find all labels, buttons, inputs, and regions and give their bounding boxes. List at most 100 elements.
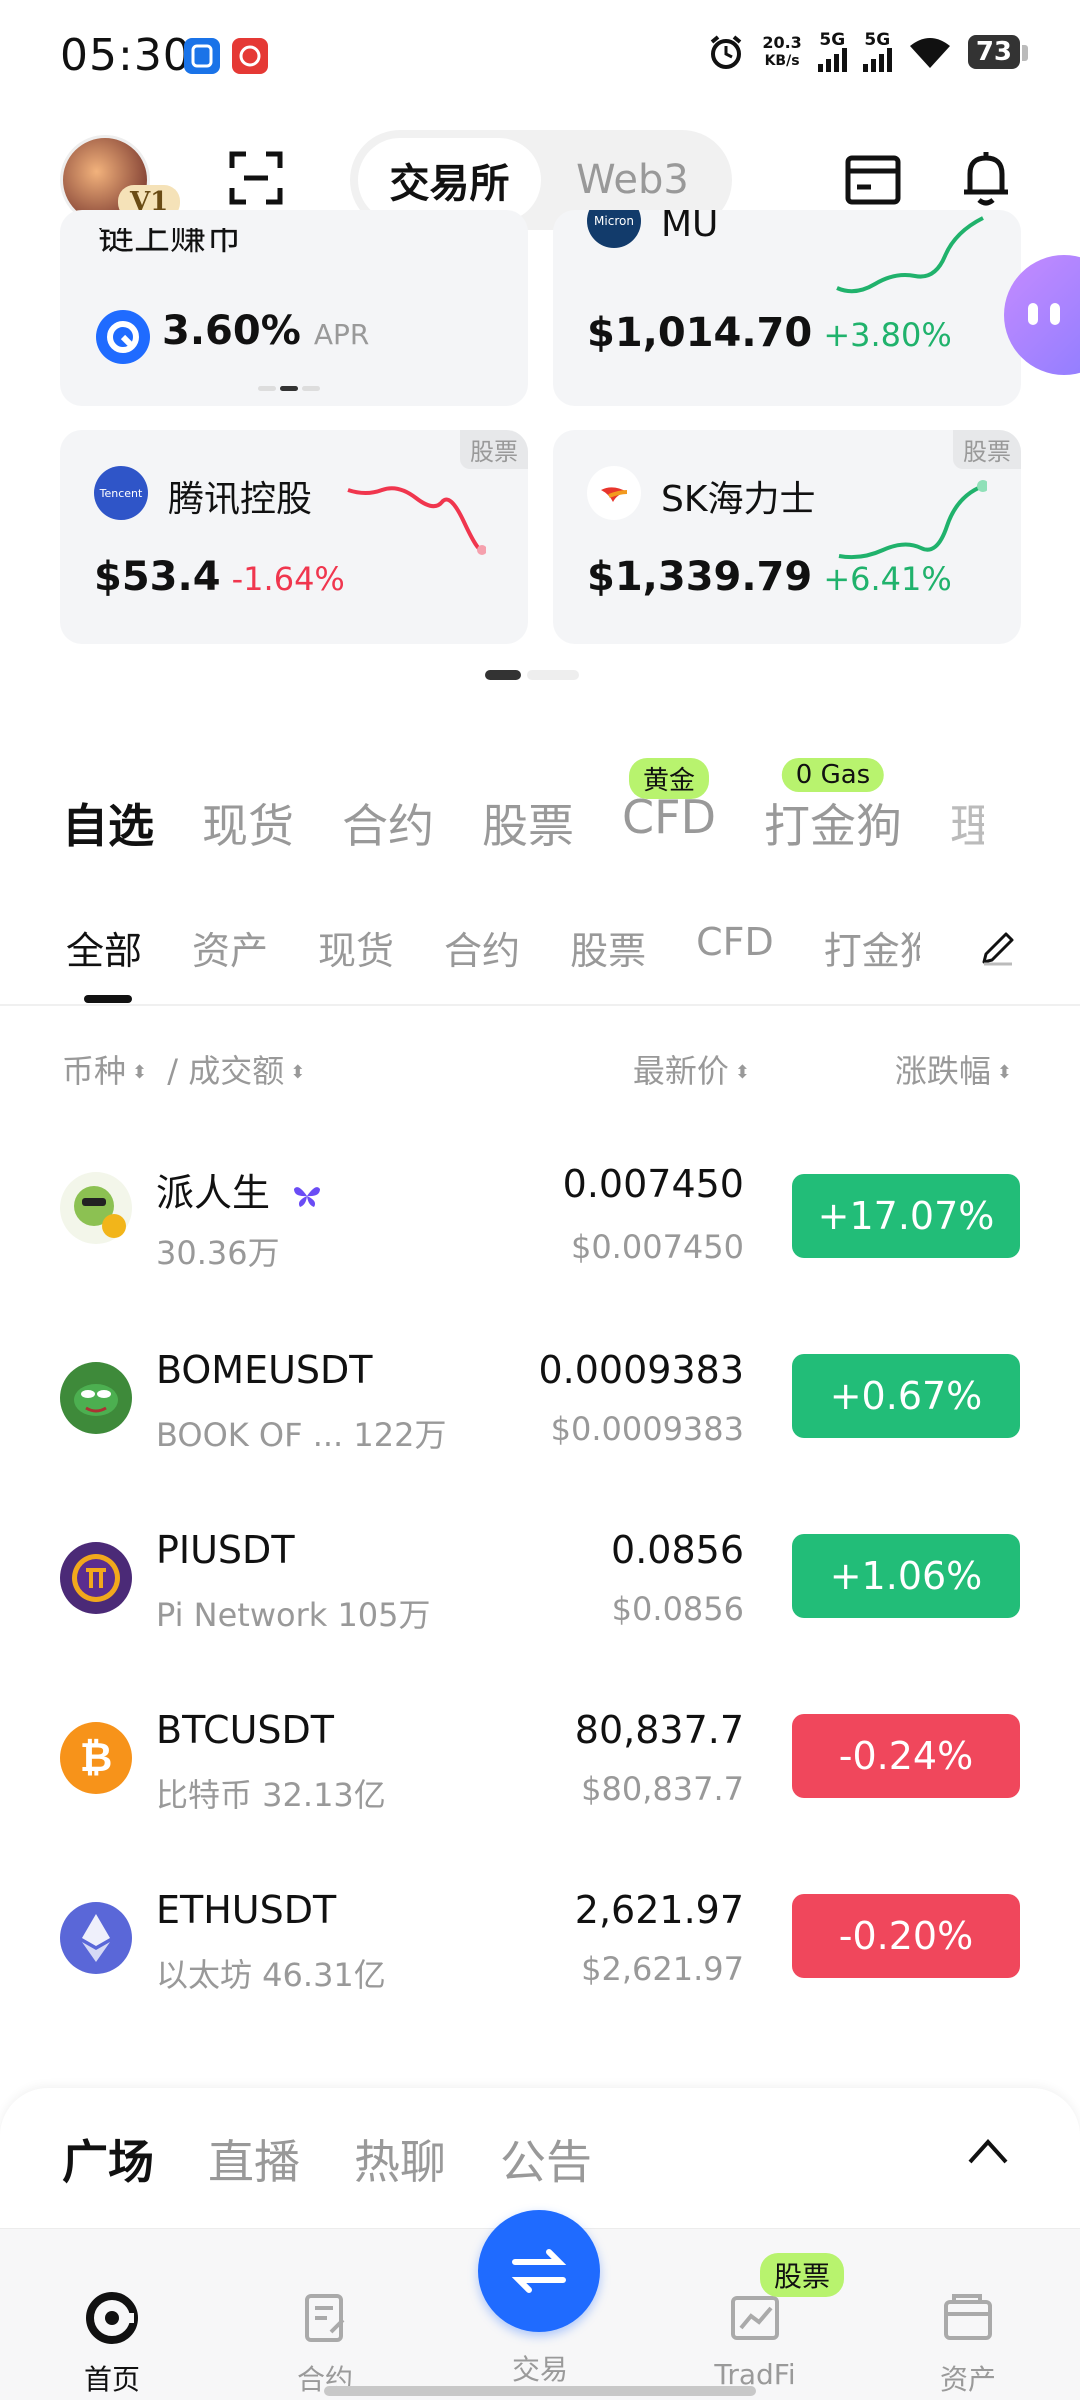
table-row[interactable]: 派人生 30.36万 0.007450 $0.007450 +17.07% (0, 1130, 1080, 1310)
subtab-all[interactable]: 全部 (66, 920, 142, 975)
coin-name: BTCUSDT (156, 1708, 334, 1752)
wallet-icon (944, 2294, 992, 2340)
bome-coin-icon (60, 1362, 132, 1434)
column-coin-header[interactable]: 币种 ⬍ / 成交额 ⬍ (62, 1046, 305, 1092)
tab-futures[interactable]: 合约 (342, 790, 434, 856)
tencent-logo-icon: Tencent (94, 466, 148, 520)
coin-volume: Pi Network 105万 (156, 1596, 431, 1634)
bitcoin-coin-icon: ₿ (60, 1722, 132, 1794)
earn-apr-unit: APR (313, 318, 370, 351)
battery-indicator: 73 (967, 35, 1029, 69)
change-badge[interactable]: +17.07% (792, 1174, 1020, 1258)
stock-tag: 股票 (953, 430, 1021, 469)
net-speed: 20.3 KB/s (762, 33, 802, 70)
active-subtab-indicator (84, 995, 132, 1003)
tab-hot-chat[interactable]: 热聊 (354, 2126, 446, 2192)
table-row[interactable]: ₿ BTCUSDT 比特币 32.13亿 80,837.7 $80,837.7 … (0, 1670, 1080, 1850)
tab-finance[interactable]: 理 (950, 790, 984, 856)
tab-live[interactable]: 直播 (208, 2126, 300, 2192)
tab-meme[interactable]: 打金狗 0 Gas (764, 758, 902, 856)
coin-price: 0.007450 (562, 1162, 744, 1206)
edit-icon[interactable] (978, 928, 1018, 968)
signal-1: 5G (817, 32, 847, 72)
gesture-bar (324, 2386, 756, 2396)
change-badge[interactable]: -0.20% (792, 1894, 1020, 1978)
tencent-card[interactable]: 股票 Tencent 腾讯控股 $53.4 -1.64% (60, 430, 528, 644)
subtab-futures[interactable]: 合约 (444, 920, 520, 975)
sk-change: +6.41% (823, 560, 952, 598)
coin-price-usd: $80,837.7 (581, 1770, 744, 1808)
swap-arrows-icon (511, 2249, 567, 2293)
tab-square[interactable]: 广场 (62, 2126, 154, 2192)
tradfi-stock-badge: 股票 (760, 2253, 845, 2297)
pi-coin-icon (60, 1542, 132, 1614)
coin-name: PIUSDT (156, 1528, 295, 1572)
change-badge[interactable]: +0.67% (792, 1354, 1020, 1438)
carousel-dots (258, 386, 320, 391)
nav-assets[interactable]: 资产 (888, 2290, 1048, 2398)
nav-trade-label: 交易 (511, 2353, 568, 2386)
card-icon[interactable] (845, 155, 901, 205)
subtab-spot[interactable]: 现货 (318, 920, 394, 975)
bell-icon[interactable] (960, 148, 1012, 208)
earn-card-title: 链上赚币 (98, 217, 243, 258)
tab-favorites[interactable]: 自选 (62, 790, 154, 856)
status-indicators: 20.3 KB/s 5G 5G 73 (706, 32, 1029, 72)
signal-bars-icon (862, 48, 892, 72)
sk-card-title: SK海力士 (661, 479, 816, 520)
nav-trade[interactable]: 交易 (460, 2340, 620, 2388)
column-change-header[interactable]: 涨跌幅 ⬍ (895, 1046, 1012, 1092)
scan-icon[interactable] (228, 150, 284, 206)
nav-tradfi[interactable]: TradFi (675, 2290, 835, 2391)
coin-name: ETHUSDT (156, 1888, 337, 1932)
sk-sparkline (838, 480, 987, 560)
tab-stocks[interactable]: 股票 (482, 790, 574, 856)
coin-volume: BOOK OF ... 122万 (156, 1416, 447, 1454)
table-row[interactable]: PIUSDT Pi Network 105万 0.0856 $0.0856 +1… (0, 1490, 1080, 1670)
subtab-assets[interactable]: 资产 (192, 920, 268, 975)
category-tabs: 自选 现货 合约 股票 CFD 黄金 打金狗 0 Gas 理 (62, 758, 996, 856)
home-logo-icon (86, 2292, 138, 2344)
tab-cfd[interactable]: CFD 黄金 (622, 758, 716, 856)
earn-apr-value: 3.60% (162, 308, 301, 354)
coin-price-usd: $0.0009383 (550, 1410, 744, 1448)
nav-home-label: 首页 (83, 2363, 140, 2396)
sk-logo-icon (587, 466, 641, 520)
app-notification-icon-2 (232, 38, 268, 74)
mu-card[interactable]: Micron MU $1,014.70 +3.80% (553, 210, 1021, 406)
column-price-header[interactable]: 最新价 ⬍ (633, 1046, 750, 1092)
coin-volume: 比特币 32.13亿 (156, 1776, 386, 1814)
tradfi-chart-icon (731, 2296, 779, 2340)
butterfly-icon (294, 1186, 321, 1207)
futures-icon (305, 2294, 345, 2342)
earn-logo-icon (96, 310, 150, 364)
ethereum-coin-icon (60, 1902, 132, 1974)
change-badge[interactable]: -0.24% (792, 1714, 1020, 1798)
nav-home[interactable]: 首页 (32, 2290, 192, 2398)
wifi-icon (909, 38, 950, 68)
tencent-sparkline (347, 486, 486, 555)
coin-price: 0.0009383 (538, 1348, 745, 1392)
signal-2: 5G (862, 32, 892, 72)
subtab-meme[interactable]: 打金狗 (824, 920, 920, 975)
chevron-up-icon[interactable] (966, 2136, 1010, 2166)
coin-price: 80,837.7 (574, 1708, 744, 1752)
tab-announcements[interactable]: 公告 (500, 2126, 592, 2192)
coin-price-usd: $0.0856 (611, 1590, 744, 1628)
sub-tabs: 全部 资产 现货 合约 股票 CFD 打金狗 (66, 920, 920, 975)
sk-card[interactable]: 股票 SK海力士 $1,339.79 +6.41% (553, 430, 1021, 644)
table-row[interactable]: ETHUSDT 以太坊 46.31亿 2,621.97 $2,621.97 -0… (0, 1850, 1080, 2030)
nav-futures[interactable]: 合约 (245, 2290, 405, 2398)
alarm-icon (711, 35, 742, 69)
tencent-change: -1.64% (231, 560, 345, 598)
subtab-cfd[interactable]: CFD (696, 920, 774, 975)
sk-price: $1,339.79 (587, 554, 813, 600)
change-badge[interactable]: +1.06% (792, 1534, 1020, 1618)
tab-spot[interactable]: 现货 (202, 790, 294, 856)
table-row[interactable]: BOMEUSDT BOOK OF ... 122万 0.0009383 $0.0… (0, 1310, 1080, 1490)
trade-button[interactable] (478, 2210, 600, 2332)
mu-price: $1,014.70 (587, 310, 813, 356)
coin-name: BOMEUSDT (156, 1348, 373, 1392)
earn-card[interactable]: 链上赚币 3.60% APR (60, 210, 528, 406)
subtab-stocks[interactable]: 股票 (570, 920, 646, 975)
